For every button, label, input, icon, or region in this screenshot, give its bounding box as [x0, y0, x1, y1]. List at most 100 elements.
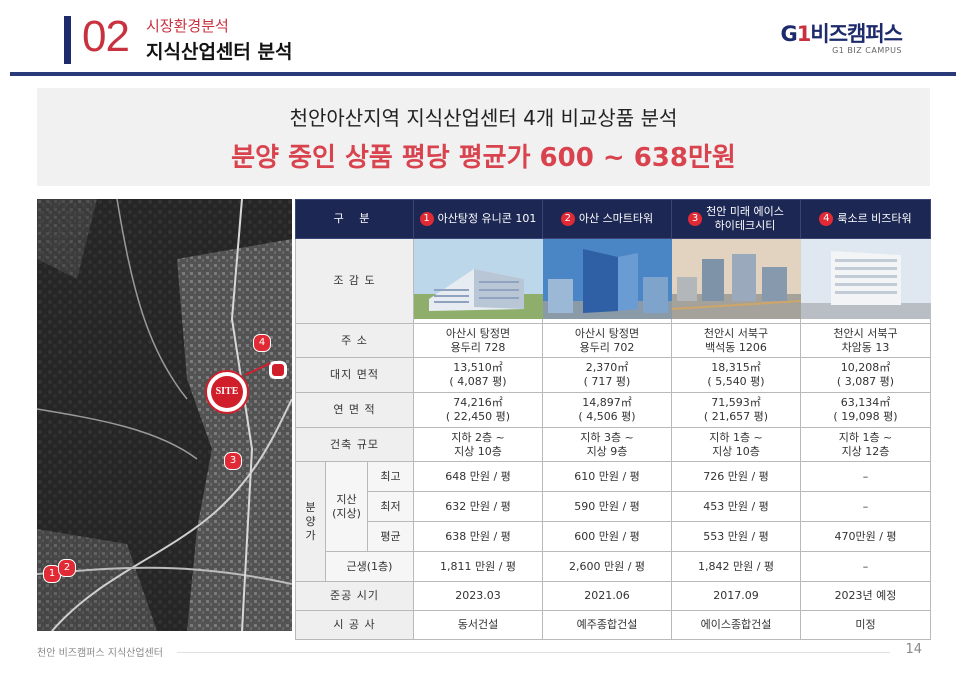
render-image-1: [413, 238, 543, 324]
map-marker-3: 3: [224, 452, 242, 470]
banner-highlight: 분양 중인 상품 평당 평균가 600 ~ 638만원: [231, 143, 736, 173]
table-row-builder: 시 공 사 동서건설 예주종합건설 에이스종합건설 미정: [295, 610, 931, 640]
render-image-2: [542, 238, 672, 324]
table-cell: 726 만원 / 평: [671, 461, 801, 492]
table-cell: 2017.09: [671, 581, 801, 611]
table-cell: 1,842 만원 / 평: [671, 551, 801, 582]
row-label: 최고: [367, 461, 414, 492]
location-map: SITE 4 3 1 2: [37, 199, 292, 631]
row-label: 평균: [367, 521, 414, 552]
table-row-completion: 준공 시기 2023.03 2021.06 2017.09 2023년 예정: [295, 581, 931, 611]
banner-title: 천안아산지역 지식산업센터 4개 비교상품 분석: [289, 106, 678, 130]
table-cell: 2021.06: [542, 581, 672, 611]
table-cell: –: [800, 461, 931, 492]
building-render-3: [671, 239, 802, 319]
product-header-4: 4 룩소르 비즈타워: [800, 199, 931, 239]
site-label: SITE: [211, 376, 243, 408]
product-header-3: 3천안 미래 에이스 하이테크시티: [671, 199, 801, 239]
table-cell: 63,134㎡ ( 19,098 평): [800, 392, 931, 428]
table-cell: 에이스종합건설: [671, 610, 801, 640]
group-label-jisan: 지산 (지상): [325, 461, 368, 552]
table-cell: 아산시 탕정면 용두리 702: [542, 323, 672, 358]
table-cell: 천안시 서북구 차암동 13: [800, 323, 931, 358]
row-label: 시 공 사: [295, 610, 414, 640]
table-row-land-area: 대지 면적 13,510㎡ ( 4,087 평) 2,370㎡ ( 717 평)…: [295, 357, 931, 393]
footer-divider: [177, 652, 890, 653]
table-cell: 74,216㎡ ( 22,450 평): [413, 392, 543, 428]
product-header-2: 2 아산 스마트타워: [542, 199, 672, 239]
row-label: 주 소: [295, 323, 414, 358]
section-subtitle: 시장환경분석: [146, 17, 229, 35]
header-corner: 구 분: [295, 199, 414, 239]
table-cell: 지하 2층 ~ 지상 10층: [413, 427, 543, 462]
table-cell: 71,593㎡ ( 21,657 평): [671, 392, 801, 428]
table-cell: 553 만원 / 평: [671, 521, 801, 552]
product-number-badge: 2: [560, 212, 575, 226]
row-label: 건축 규모: [295, 427, 414, 462]
table-row-render: 조 감 도: [295, 238, 931, 324]
product-number-badge: 3: [688, 212, 703, 226]
product-name: 아산 스마트타워: [578, 212, 654, 225]
table-cell: 지하 3층 ~ 지상 9층: [542, 427, 672, 462]
table-cell: 예주종합건설: [542, 610, 672, 640]
header-divider: [10, 72, 956, 76]
product-name: 아산탕정 유니콘 101: [437, 212, 537, 225]
table-cell: 590 만원 / 평: [542, 491, 672, 522]
table-cell: 14,897㎡ ( 4,506 평): [542, 392, 672, 428]
table-cell: 아산시 탕정면 용두리 728: [413, 323, 543, 358]
row-label: 최저: [367, 491, 414, 522]
row-label: 대지 면적: [295, 357, 414, 393]
headline-banner: 천안아산지역 지식산업센터 4개 비교상품 분석 분양 중인 상품 평당 평균가…: [37, 88, 930, 186]
table-cell: 10,208㎡ ( 3,087 평): [800, 357, 931, 393]
table-row-address: 주 소 아산시 탕정면 용두리 728 아산시 탕정면 용두리 702 천안시 …: [295, 323, 931, 358]
table-row-min: 최저 632 만원 / 평 590 만원 / 평 453 만원 / 평 –: [296, 491, 931, 522]
table-cell: 13,510㎡ ( 4,087 평): [413, 357, 543, 393]
table-cell: 610 만원 / 평: [542, 461, 672, 492]
table-row-scale: 건축 규모 지하 2층 ~ 지상 10층 지하 3층 ~ 지상 9층 지하 1층…: [295, 427, 931, 462]
product-number-badge: 1: [419, 212, 434, 226]
render-image-3: [671, 238, 802, 324]
table-row-max: 분 양 가 지산 (지상) 최고 648 만원 / 평 610 만원 / 평 7…: [295, 461, 931, 582]
site-marker: SITE: [205, 370, 249, 414]
table-cell: 미정: [800, 610, 931, 640]
section-number: 02: [82, 12, 130, 61]
table-cell: 638 만원 / 평: [413, 521, 543, 552]
table-cell: –: [800, 551, 931, 582]
table-cell: 600 만원 / 평: [542, 521, 672, 552]
table-cell: 2023년 예정: [800, 581, 931, 611]
logo-text: 비즈캠퍼스: [810, 22, 903, 46]
table-header-row: 구 분 1 아산탕정 유니콘 101 2 아산 스마트타워 3천안 미래 에이스 하…: [295, 199, 931, 239]
comparison-table: 구 분 1 아산탕정 유니콘 101 2 아산 스마트타워 3천안 미래 에이스 하…: [295, 199, 931, 640]
table-cell: 지하 1층 ~ 지상 12층: [800, 427, 931, 462]
building-render-1: [414, 239, 543, 319]
logo-prefix: G: [780, 22, 798, 46]
table-cell: 470만원 / 평: [800, 521, 931, 552]
product-name: 천안 미래 에이스 하이테크시티: [706, 205, 784, 232]
map-marker-2: 2: [58, 559, 76, 577]
row-label: 근생(1층): [325, 551, 414, 582]
table-cell: 18,315㎡ ( 5,540 평): [671, 357, 801, 393]
table-cell: 2,370㎡ ( 717 평): [542, 357, 672, 393]
row-label: 준공 시기: [295, 581, 414, 611]
table-cell: –: [800, 491, 931, 522]
building-render-2: [543, 239, 672, 319]
group-label-sale-price: 분 양 가: [295, 461, 326, 582]
row-label: 연 면 적: [295, 392, 414, 428]
building-render-4: [801, 239, 931, 319]
table-cell: 2023.03: [413, 581, 543, 611]
table-cell: 천안시 서북구 백석동 1206: [671, 323, 801, 358]
logo-one: 1: [796, 22, 812, 46]
table-row-retail: 근생(1층) 1,811 만원 / 평 2,600 만원 / 평 1,842 만…: [296, 551, 931, 582]
table-cell: 453 만원 / 평: [671, 491, 801, 522]
table-cell: 동서건설: [413, 610, 543, 640]
site-pin-icon: [269, 361, 287, 379]
table-cell: 632 만원 / 평: [413, 491, 543, 522]
product-number-badge: 4: [819, 212, 834, 226]
table-cell: 1,811 만원 / 평: [413, 551, 543, 582]
render-image-4: [800, 238, 931, 324]
table-cell: 2,600 만원 / 평: [542, 551, 672, 582]
section-accent-bar: [64, 16, 71, 64]
table-row-floor-area: 연 면 적 74,216㎡ ( 22,450 평) 14,897㎡ ( 4,50…: [295, 392, 931, 428]
product-name: 룩소르 비즈타워: [837, 212, 912, 225]
table-cell: 지하 1층 ~ 지상 10층: [671, 427, 801, 462]
